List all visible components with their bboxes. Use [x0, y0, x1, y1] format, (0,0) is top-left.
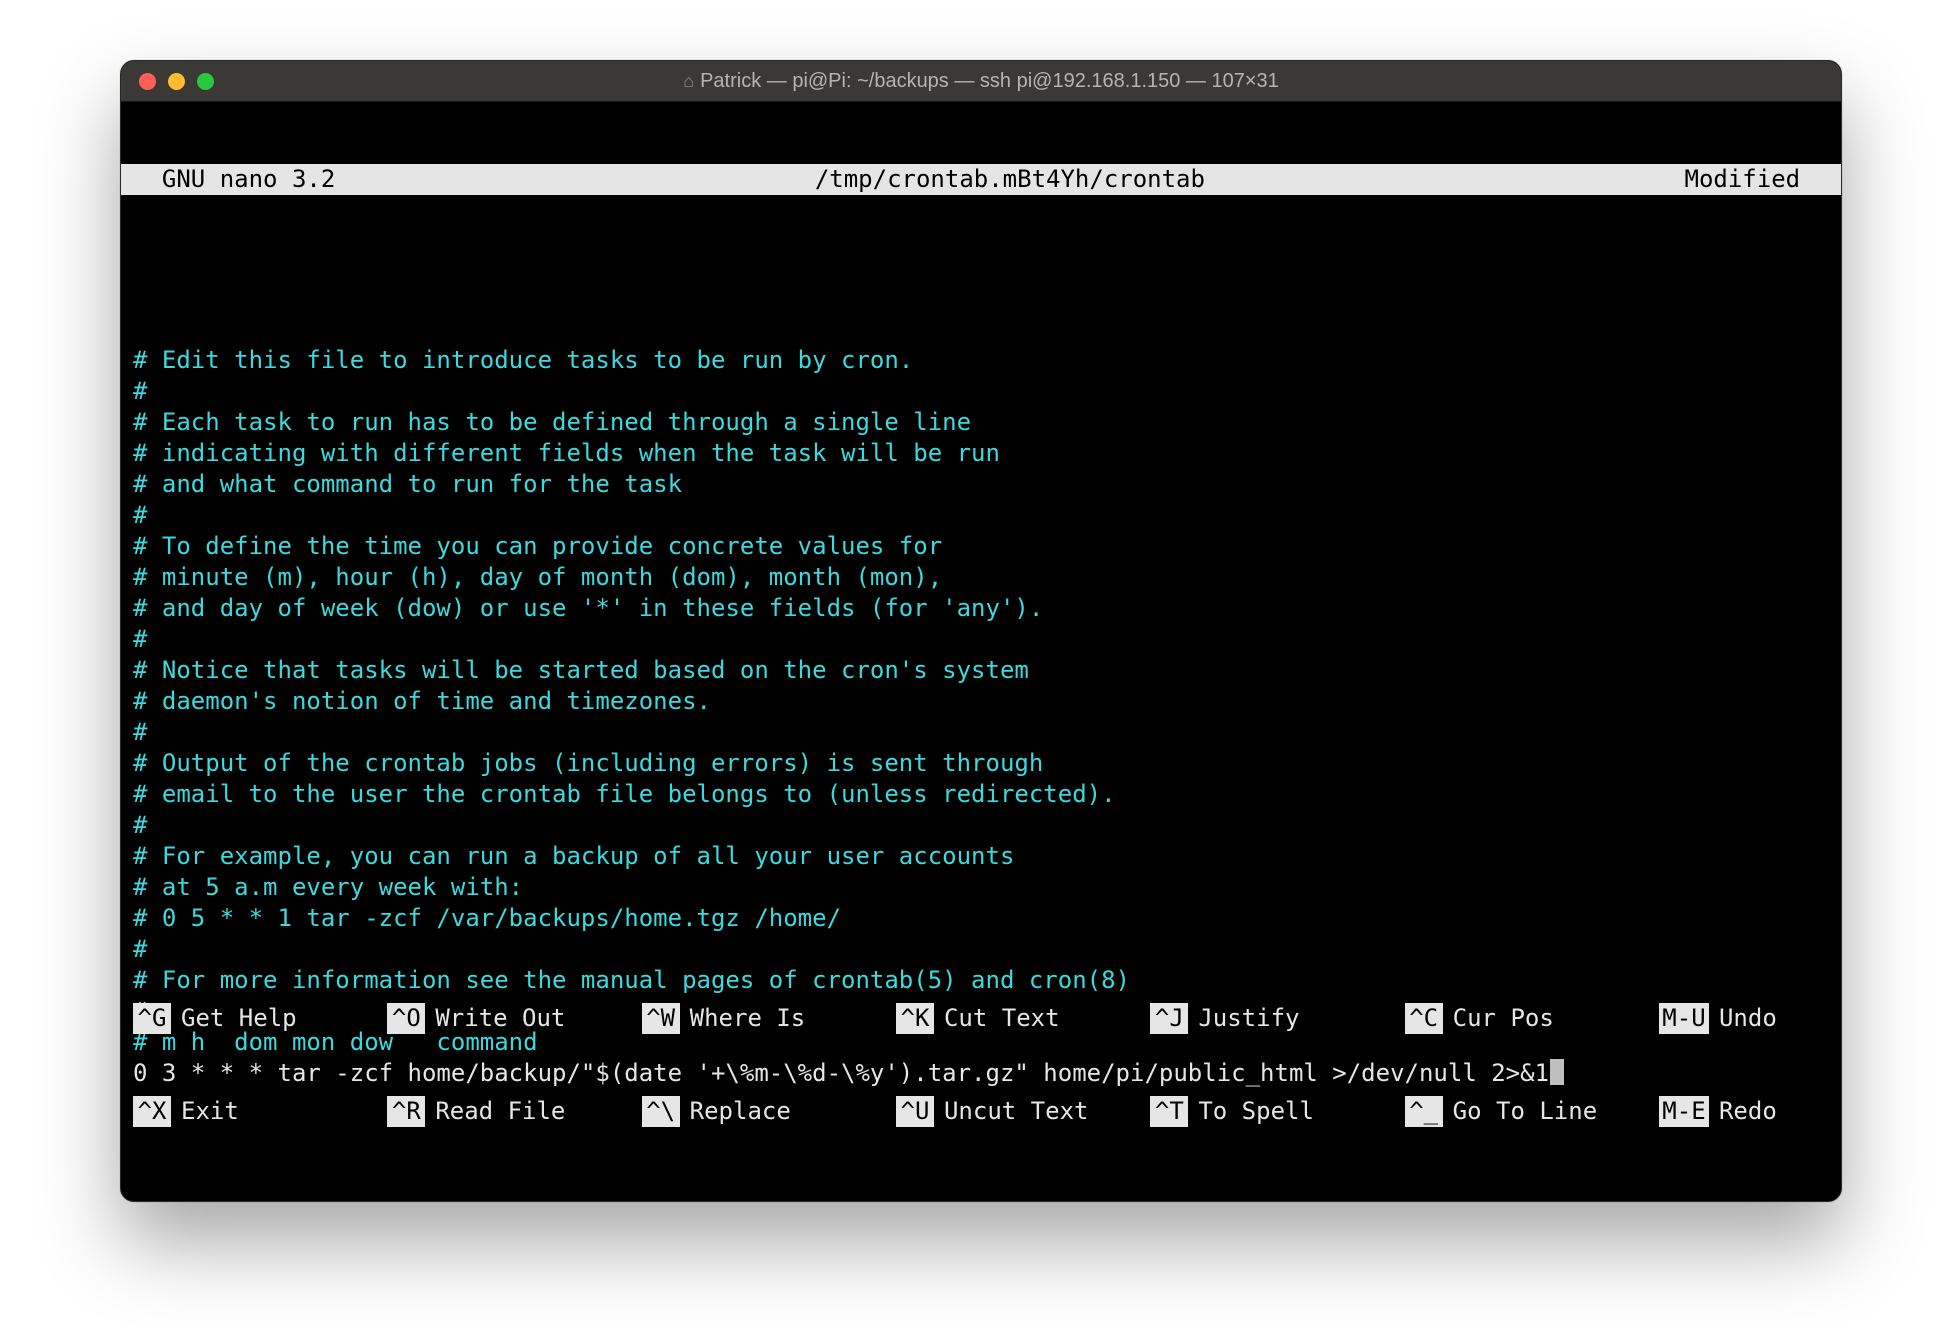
- terminal-window: ⌂ Patrick — pi@Pi: ~/backups — ssh pi@192…: [120, 60, 1842, 1202]
- editor-line: # and what command to run for the task: [133, 470, 682, 498]
- shortcut-label: Cut Text: [944, 1003, 1060, 1034]
- editor-line: # Output of the crontab jobs (including …: [133, 749, 1043, 777]
- shortcut-where-is[interactable]: ^W Where Is: [642, 1003, 896, 1034]
- shortcut-label: Go To Line: [1453, 1096, 1598, 1127]
- shortcut-label: Replace: [690, 1096, 791, 1127]
- editor-line: # daemon's notion of time and timezones.: [133, 687, 711, 715]
- shortcut-cur-pos[interactable]: ^C Cur Pos: [1405, 1003, 1659, 1034]
- editor-line: #: [133, 377, 147, 405]
- shortcut-read-file[interactable]: ^R Read File: [387, 1096, 641, 1127]
- shortcut-label: To Spell: [1198, 1096, 1314, 1127]
- shortcut-key: ^G: [133, 1003, 171, 1034]
- editor-line: # Notice that tasks will be started base…: [133, 656, 1029, 684]
- nano-status-bar: GNU nano 3.2 /tmp/crontab.mBt4Yh/crontab…: [121, 164, 1841, 195]
- editor-line: # indicating with different fields when …: [133, 439, 1000, 467]
- shortcut-redo[interactable]: M-E Redo: [1659, 1096, 1829, 1127]
- editor-line: # 0 5 * * 1 tar -zcf /var/backups/home.t…: [133, 904, 841, 932]
- editor-line: # To define the time you can provide con…: [133, 532, 942, 560]
- shortcut-key: ^K: [896, 1003, 934, 1034]
- editor-line: # Each task to run has to be defined thr…: [133, 408, 971, 436]
- shortcut-key: ^\: [642, 1096, 680, 1127]
- shortcut-label: Undo: [1719, 1003, 1777, 1034]
- minimize-window-button[interactable]: [168, 73, 185, 90]
- nano-file-path: /tmp/crontab.mBt4Yh/crontab: [335, 164, 1684, 195]
- shortcut-key: ^_: [1405, 1096, 1443, 1127]
- shortcut-label: Where Is: [690, 1003, 806, 1034]
- shortcut-replace[interactable]: ^\ Replace: [642, 1096, 896, 1127]
- shortcut-key: ^T: [1150, 1096, 1188, 1127]
- shortcut-key: M-U: [1659, 1003, 1709, 1034]
- shortcut-justify[interactable]: ^J Justify: [1150, 1003, 1404, 1034]
- shortcut-undo[interactable]: M-U Undo: [1659, 1003, 1829, 1034]
- shortcut-write-out[interactable]: ^O Write Out: [387, 1003, 641, 1034]
- editor-line: # For example, you can run a backup of a…: [133, 842, 1014, 870]
- nano-version: GNU nano 3.2: [133, 164, 335, 195]
- shortcut-label: Redo: [1719, 1096, 1777, 1127]
- shortcut-label: Write Out: [435, 1003, 565, 1034]
- editor-line: # minute (m), hour (h), day of month (do…: [133, 563, 942, 591]
- editor-line: # Edit this file to introduce tasks to b…: [133, 346, 913, 374]
- shortcut-cut-text[interactable]: ^K Cut Text: [896, 1003, 1150, 1034]
- shortcut-to-spell[interactable]: ^T To Spell: [1150, 1096, 1404, 1127]
- editor-line: #: [133, 625, 147, 653]
- shortcut-uncut-text[interactable]: ^U Uncut Text: [896, 1096, 1150, 1127]
- shortcut-key: ^W: [642, 1003, 680, 1034]
- shortcut-get-help[interactable]: ^G Get Help: [133, 1003, 387, 1034]
- shortcut-exit[interactable]: ^X Exit: [133, 1096, 387, 1127]
- nano-shortcut-bar: ^G Get Help ^O Write Out ^W Where Is ^K Cut …: [121, 941, 1841, 1189]
- editor-line: # at 5 a.m every week with:: [133, 873, 523, 901]
- window-title-text: Patrick — pi@Pi: ~/backups — ssh pi@192.…: [700, 70, 1279, 92]
- shortcut-key: M-E: [1659, 1096, 1709, 1127]
- nano-modified-indicator: Modified: [1685, 164, 1830, 195]
- editor-line: # email to the user the crontab file bel…: [133, 780, 1116, 808]
- shortcut-label: Read File: [435, 1096, 565, 1127]
- editor-line: #: [133, 501, 147, 529]
- shortcut-key: ^O: [387, 1003, 425, 1034]
- home-folder-icon: ⌂: [683, 71, 694, 92]
- window-titlebar: ⌂ Patrick — pi@Pi: ~/backups — ssh pi@192…: [121, 61, 1841, 102]
- shortcut-label: Uncut Text: [944, 1096, 1089, 1127]
- editor-line: #: [133, 718, 147, 746]
- zoom-window-button[interactable]: [197, 73, 214, 90]
- shortcut-key: ^C: [1405, 1003, 1443, 1034]
- window-title: ⌂ Patrick — pi@Pi: ~/backups — ssh pi@192…: [121, 70, 1841, 93]
- shortcut-key: ^X: [133, 1096, 171, 1127]
- shortcut-label: Exit: [181, 1096, 239, 1127]
- editor-line: # and day of week (dow) or use '*' in th…: [133, 594, 1043, 622]
- shortcut-label: Get Help: [181, 1003, 297, 1034]
- traffic-lights: [139, 73, 214, 90]
- shortcut-key: ^J: [1150, 1003, 1188, 1034]
- shortcut-key: ^U: [896, 1096, 934, 1127]
- close-window-button[interactable]: [139, 73, 156, 90]
- shortcut-key: ^R: [387, 1096, 425, 1127]
- shortcut-label: Cur Pos: [1453, 1003, 1554, 1034]
- shortcut-label: Justify: [1198, 1003, 1299, 1034]
- shortcut-go-to-line[interactable]: ^_ Go To Line: [1405, 1096, 1659, 1127]
- editor-line: #: [133, 811, 147, 839]
